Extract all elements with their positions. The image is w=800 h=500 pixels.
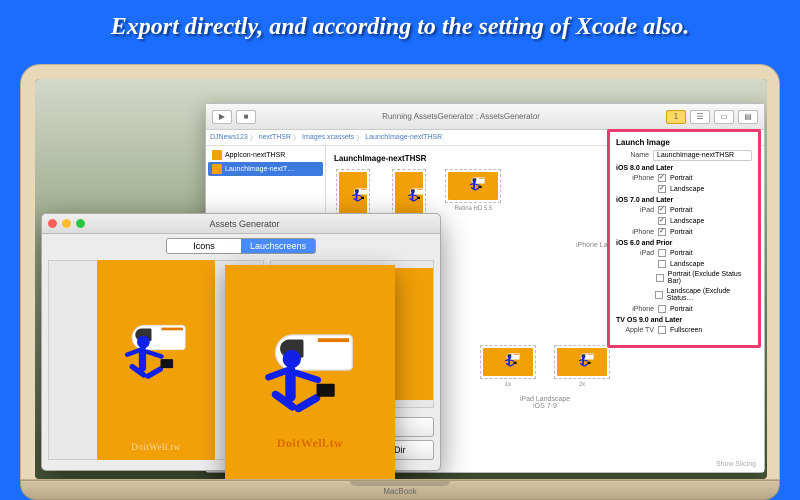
- nav-item-appicon[interactable]: AppIcon-nextTHSR: [208, 148, 323, 162]
- breadcrumb-seg[interactable]: DJNews123: [210, 134, 248, 141]
- show-slicing-link[interactable]: Show Slicing: [716, 461, 756, 468]
- inspector-checkbox[interactable]: [658, 305, 666, 313]
- mascot-graphic: [252, 326, 369, 443]
- xcode-status: Running AssetsGenerator : AssetsGenerato…: [270, 112, 652, 121]
- slot-retina-hd-55-landscape[interactable]: Retina HD 5.5: [445, 169, 501, 234]
- inspector-name-input[interactable]: [653, 150, 752, 161]
- xcode-panel-left-icon[interactable]: ☰: [690, 110, 710, 124]
- inspector-checkbox[interactable]: [658, 326, 666, 334]
- inspector-checkbox[interactable]: [658, 260, 666, 268]
- inspector-checkbox[interactable]: [656, 274, 664, 282]
- brand-tagline: DoitWell.tw: [97, 442, 215, 452]
- promo-headline: Export directly, and according to the se…: [0, 0, 800, 51]
- nav-item-launchimage[interactable]: LaunchImage-nextT…: [208, 162, 323, 176]
- inspector-option-label: Landscape: [670, 261, 704, 268]
- inspector-device-label: iPhone: [616, 306, 654, 313]
- mascot-graphic: [116, 320, 197, 401]
- inspector-option-label: Landscape: [670, 186, 704, 193]
- inspector-checkbox[interactable]: [658, 249, 666, 257]
- inspector-option-label: Portrait: [670, 250, 693, 257]
- inspector-option-label: Portrait: [670, 207, 693, 214]
- slot-ipad-1x[interactable]: 1x: [480, 345, 536, 388]
- inspector-checkbox[interactable]: [658, 206, 666, 214]
- inspector-option-label: Landscape (Exclude Status…: [667, 288, 752, 302]
- launch-image-inspector: Launch Image Name iOS 8.0 and Later iPhon…: [607, 129, 761, 348]
- inspector-device-label: iPad: [616, 250, 654, 257]
- slot-ipad-2x[interactable]: 2x: [554, 345, 610, 388]
- inspector-section-title: iOS 6.0 and Prior: [616, 240, 752, 247]
- xcode-panel-mid-icon[interactable]: ▭: [714, 110, 734, 124]
- inspector-section-title: iOS 8.0 and Later: [616, 165, 752, 172]
- inspector-checkbox[interactable]: [658, 174, 666, 182]
- inspector-device-label: iPhone: [616, 229, 654, 236]
- appicon-thumb-icon: [212, 150, 222, 160]
- ag-floating-preview: DoitWell.tw: [225, 265, 395, 479]
- inspector-option-label: Portrait (Exclude Status Bar): [668, 271, 752, 285]
- inspector-device-label: iPhone: [616, 175, 654, 182]
- ag-tab-icons[interactable]: Icons: [167, 239, 241, 253]
- xcode-run-button[interactable]: ▶: [212, 110, 232, 124]
- inspector-name-label: Name: [616, 152, 649, 159]
- breadcrumb-seg[interactable]: nextTHSR: [259, 134, 291, 141]
- ag-tab-segmented-control[interactable]: Icons Lauchscreens: [166, 238, 316, 254]
- inspector-checkbox[interactable]: [655, 291, 663, 299]
- breadcrumb-seg[interactable]: Images.xcassets: [302, 134, 354, 141]
- inspector-section-title: TV OS 9.0 and Later: [616, 317, 752, 324]
- ag-tab-launchscreens[interactable]: Lauchscreens: [241, 239, 315, 253]
- xcode-warnings-badge[interactable]: 1: [666, 110, 686, 124]
- xcode-panel-right-icon[interactable]: ▤: [738, 110, 758, 124]
- laptop-frame: ▶ ■ Running AssetsGenerator : AssetsGene…: [20, 64, 780, 500]
- inspector-title: Launch Image: [616, 138, 752, 147]
- xcode-stop-button[interactable]: ■: [236, 110, 256, 124]
- inspector-option-label: Portrait: [670, 229, 693, 236]
- inspector-option-label: Landscape: [670, 218, 704, 225]
- inspector-checkbox[interactable]: [658, 185, 666, 193]
- inspector-option-label: Portrait: [670, 175, 693, 182]
- inspector-device-label: Apple TV: [616, 327, 654, 334]
- ag-titlebar[interactable]: Assets Generator: [42, 214, 440, 234]
- launchimage-thumb-icon: [212, 164, 222, 174]
- inspector-option-label: Portrait: [670, 306, 693, 313]
- inspector-option-label: Fullscreen: [670, 327, 702, 334]
- inspector-device-label: iPad: [616, 207, 654, 214]
- inspector-section-title: iOS 7.0 and Later: [616, 197, 752, 204]
- inspector-checkbox[interactable]: [658, 228, 666, 236]
- breadcrumb-seg[interactable]: LaunchImage-nextTHSR: [365, 134, 442, 141]
- inspector-checkbox[interactable]: [658, 217, 666, 225]
- xcode-toolbar: ▶ ■ Running AssetsGenerator : AssetsGene…: [206, 104, 764, 130]
- ag-window-title: Assets Generator: [55, 219, 434, 229]
